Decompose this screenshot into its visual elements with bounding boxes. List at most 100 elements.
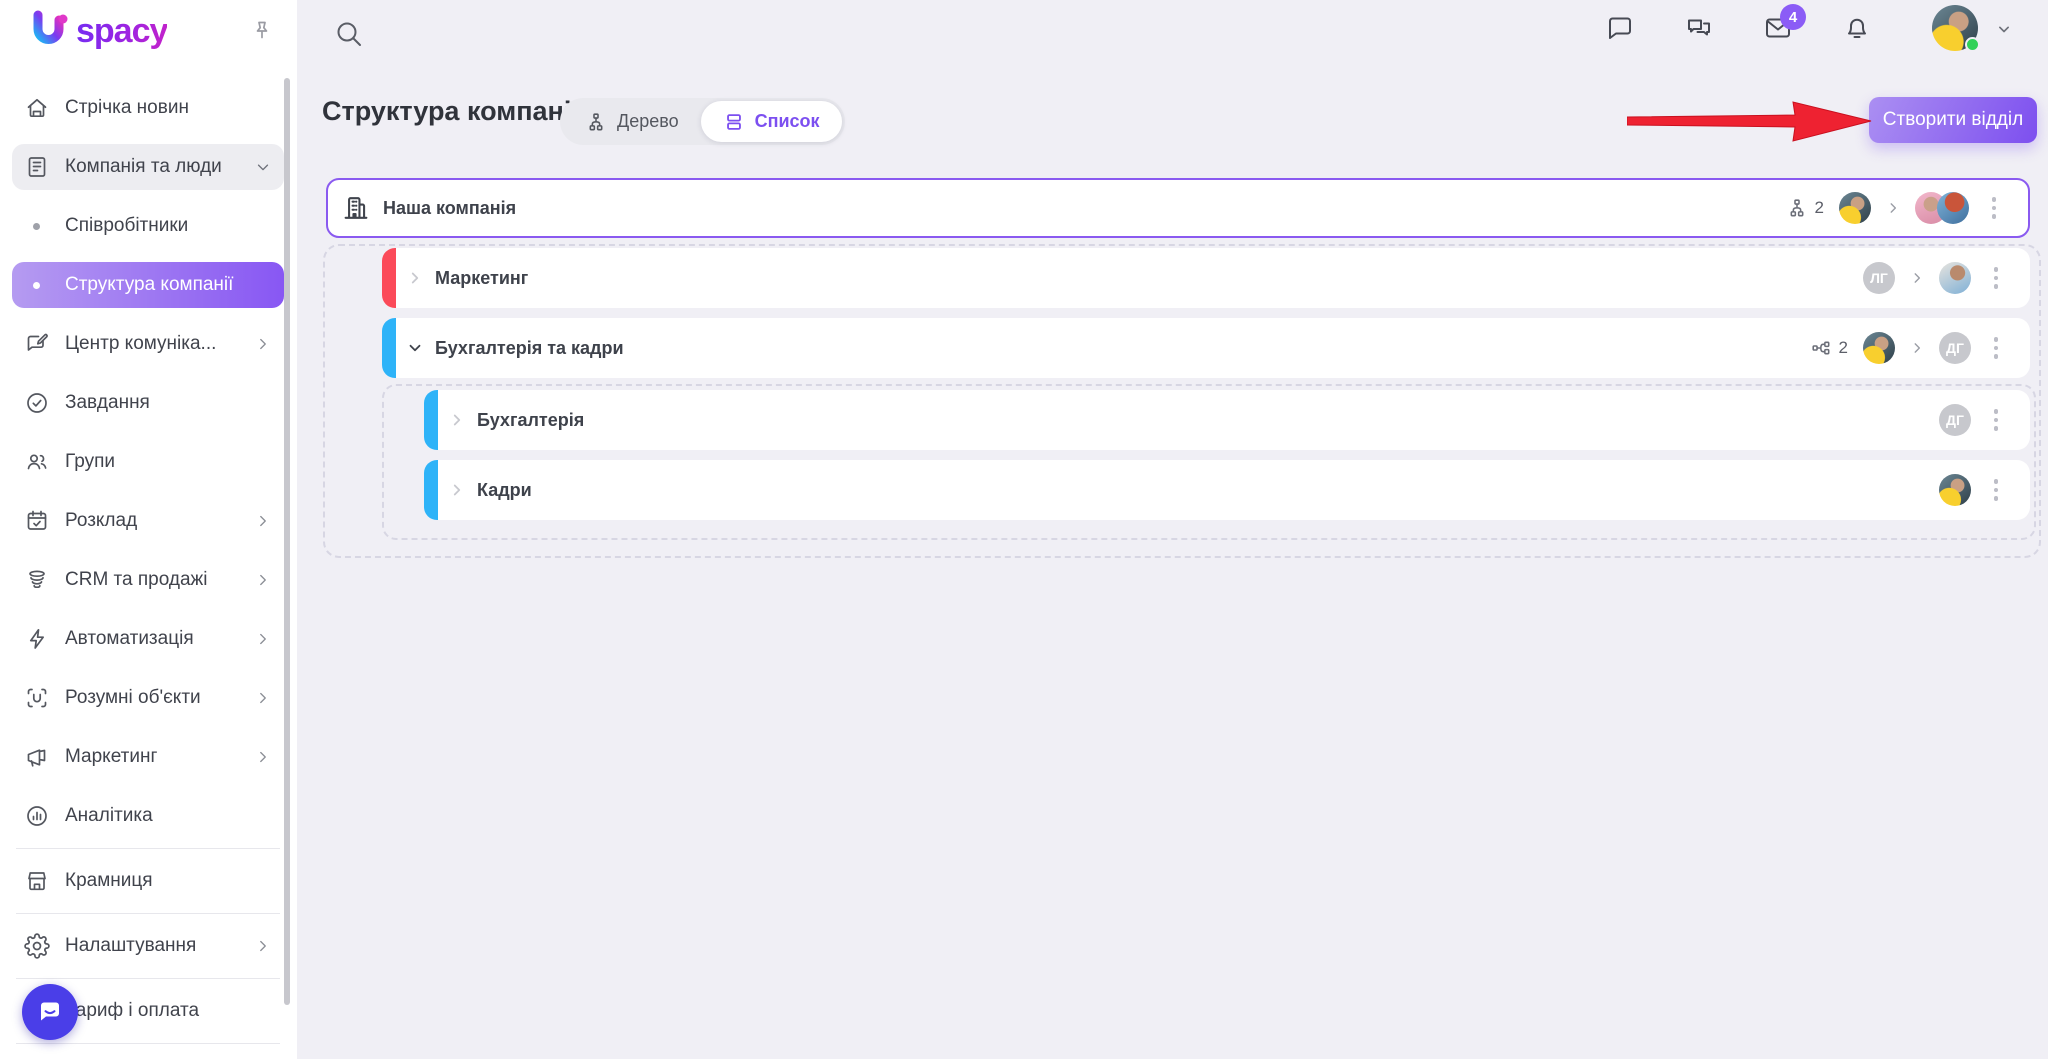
sidebar-item-marketing[interactable]: Маркетинг — [12, 734, 284, 780]
sidebar-item-company-structure[interactable]: Структура компанії — [12, 262, 284, 308]
pin-icon — [250, 18, 274, 42]
expand-chevron-icon[interactable] — [448, 411, 466, 429]
department-color-bar — [382, 318, 396, 378]
department-head-avatar[interactable] — [1863, 332, 1895, 364]
departments-count: 2 — [1786, 197, 1824, 219]
view-toggle: Дерево Список — [560, 98, 845, 145]
view-toggle-list[interactable]: Список — [701, 101, 842, 142]
row-meta: 2 ДГ — [1810, 332, 2030, 364]
department-color-bar — [424, 460, 438, 520]
structure-row-company[interactable]: Наша компанія 2 — [326, 178, 2030, 238]
logo-text: spacy — [76, 12, 167, 51]
list-view-icon — [723, 111, 745, 133]
sidebar-item-communication-center[interactable]: Центр комуніка... — [12, 321, 284, 367]
profile-menu-button[interactable] — [1994, 19, 2014, 39]
sidebar-item-automation[interactable]: Автоматизація — [12, 616, 284, 662]
members-avatars[interactable] — [1915, 192, 1969, 224]
structure-row-hr[interactable]: Кадри — [424, 460, 2030, 520]
bullet-icon — [33, 223, 40, 230]
create-department-button[interactable]: Створити відділ — [1869, 97, 2037, 143]
department-name: Бухгалтерія — [477, 410, 584, 431]
main-content: 4 Структура компанії Дерево — [297, 0, 2048, 1059]
chevron-right-icon — [254, 571, 272, 589]
pin-sidebar-button[interactable] — [246, 14, 278, 46]
chevron-right-icon — [1910, 271, 1924, 285]
chat-bubble-icon — [35, 997, 65, 1027]
department-head-avatar[interactable] — [1939, 474, 1971, 506]
group-chat-icon — [1684, 13, 1714, 43]
sidebar-item-settings[interactable]: Налаштування — [12, 923, 284, 969]
expand-chevron-icon[interactable] — [406, 269, 424, 287]
sidebar-item-label: Налаштування — [65, 935, 196, 957]
uspacy-logo-icon — [28, 8, 74, 54]
row-menu-button[interactable] — [1986, 263, 2006, 293]
row-menu-button[interactable] — [1986, 475, 2006, 505]
member-avatar — [1937, 192, 1969, 224]
lead-initials-avatar[interactable]: ЛГ — [1863, 262, 1895, 294]
company-icon — [24, 154, 50, 180]
sidebar: spacy Стрічка новин Компанія та люди Спі… — [0, 0, 297, 1059]
uspacy-logo[interactable]: spacy — [28, 8, 167, 54]
row-meta — [1939, 474, 2030, 506]
structure-row-accounting[interactable]: Бухгалтерія ДГ — [424, 390, 2030, 450]
view-toggle-label: Список — [755, 111, 820, 132]
row-meta: 2 — [1786, 192, 2028, 224]
marketing-icon — [24, 744, 50, 770]
chevron-right-icon — [254, 689, 272, 707]
sidebar-menu: Стрічка новин Компанія та люди Співробіт… — [12, 85, 284, 1040]
member-avatar[interactable] — [1939, 262, 1971, 294]
structure-row-marketing[interactable]: Маркетинг ЛГ — [382, 248, 2030, 308]
sidebar-item-smart-objects[interactable]: Розумні об'єкти — [12, 675, 284, 721]
sidebar-item-label: Аналітика — [65, 805, 153, 827]
subdepartments-count: 2 — [1810, 337, 1848, 359]
department-name: Маркетинг — [435, 268, 528, 289]
department-head-avatar[interactable] — [1839, 192, 1871, 224]
intercom-chat-button[interactable] — [22, 984, 78, 1040]
sidebar-item-newsfeed[interactable]: Стрічка новин — [12, 85, 284, 131]
row-menu-button[interactable] — [1984, 193, 2004, 223]
online-status-dot — [1965, 37, 1980, 52]
search-button[interactable] — [333, 18, 365, 50]
view-toggle-tree[interactable]: Дерево — [563, 101, 701, 142]
row-meta: ДГ — [1939, 404, 2030, 436]
sidebar-item-tasks[interactable]: Завдання — [12, 380, 284, 426]
lightning-icon — [24, 626, 50, 652]
people-icon — [24, 449, 50, 475]
chevron-down-icon — [1994, 19, 2014, 39]
group-chat-button[interactable] — [1684, 13, 1714, 43]
mail-button[interactable]: 4 — [1763, 13, 1793, 43]
notifications-button[interactable] — [1842, 13, 1872, 43]
sidebar-item-label: Розклад — [65, 510, 137, 532]
sidebar-item-employees[interactable]: Співробітники — [12, 203, 284, 249]
member-initials-avatar[interactable]: ДГ — [1939, 332, 1971, 364]
sidebar-item-label: CRM та продажі — [65, 569, 207, 591]
lead-initials-avatar[interactable]: ДГ — [1939, 404, 1971, 436]
chat-icon — [1605, 13, 1635, 43]
page-title: Структура компанії — [322, 96, 579, 127]
sidebar-item-company-people[interactable]: Компанія та люди — [12, 144, 284, 190]
building-icon — [341, 193, 371, 223]
row-menu-button[interactable] — [1986, 405, 2006, 435]
row-menu-button[interactable] — [1986, 333, 2006, 363]
chevron-right-icon — [254, 630, 272, 648]
sidebar-item-crm[interactable]: CRM та продажі — [12, 557, 284, 603]
expand-chevron-icon[interactable] — [448, 481, 466, 499]
chat-button[interactable] — [1605, 13, 1635, 43]
sidebar-item-schedule[interactable]: Розклад — [12, 498, 284, 544]
subdepartments-count-value: 2 — [1839, 338, 1848, 358]
view-toggle-label: Дерево — [617, 111, 679, 132]
sidebar-item-label: Тариф і оплата — [65, 1000, 199, 1022]
collapse-chevron-icon[interactable] — [406, 339, 424, 357]
bell-icon — [1842, 13, 1872, 43]
sidebar-item-analytics[interactable]: Аналітика — [12, 793, 284, 839]
user-avatar[interactable] — [1932, 5, 1978, 51]
sidebar-scrollbar[interactable] — [284, 78, 290, 1005]
sidebar-item-shop[interactable]: Крамниця — [12, 858, 284, 904]
structure-row-accounting-hr[interactable]: Бухгалтерія та кадри 2 ДГ — [382, 318, 2030, 378]
gear-icon — [24, 933, 50, 959]
sidebar-item-groups[interactable]: Групи — [12, 439, 284, 485]
org-structure-icon — [1786, 197, 1808, 219]
sidebar-divider — [16, 1043, 280, 1044]
department-name: Бухгалтерія та кадри — [435, 338, 624, 359]
search-icon — [333, 18, 365, 50]
